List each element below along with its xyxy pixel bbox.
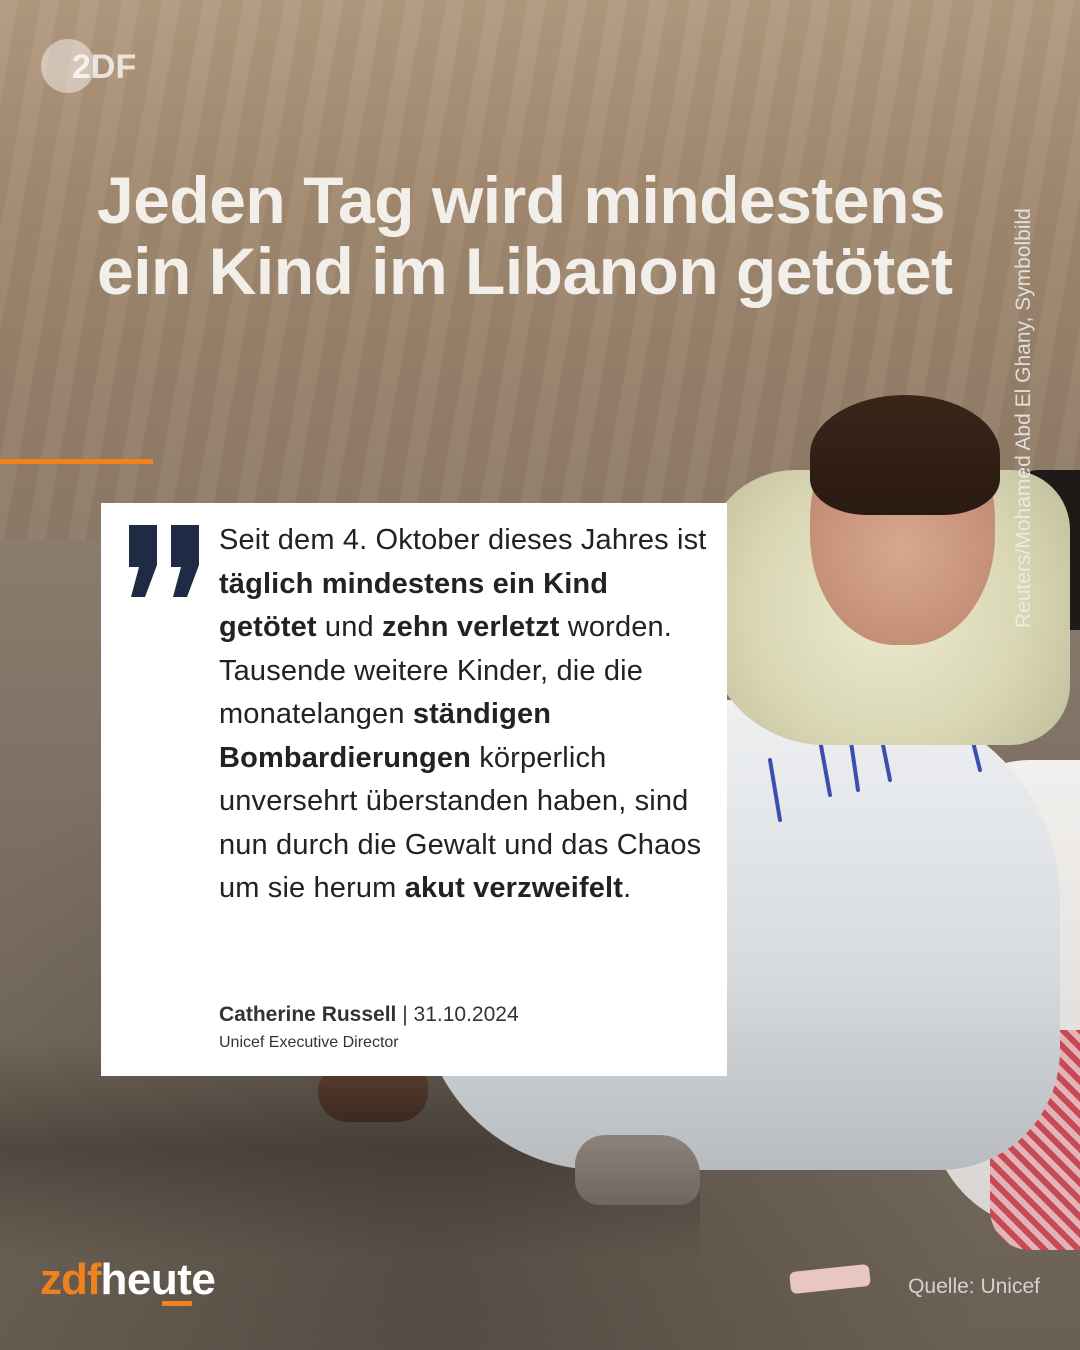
brand-zdf: zdf: [40, 1255, 102, 1304]
child-hair-image: [810, 395, 1000, 515]
quote-date: 31.10.2024: [413, 1003, 519, 1026]
closing-quote-icon: [129, 525, 199, 597]
brand-underline: [162, 1301, 192, 1306]
quote-text: Seit dem 4. Oktober dieses Jahres ist tä…: [219, 519, 714, 911]
zdf-logo-icon: 2DF: [41, 39, 136, 93]
quote-segment-bold: akut verzweifelt: [404, 872, 624, 904]
quote-segment: .: [623, 872, 632, 904]
brand-heute: heute: [100, 1255, 216, 1304]
quote-segment-bold: zehn verletzt: [381, 611, 560, 643]
accent-line: [0, 459, 153, 464]
author-role: Unicef Executive Director: [219, 1034, 399, 1051]
rock-image: [575, 1135, 700, 1205]
quote-card: Seit dem 4. Oktober dieses Jahres ist tä…: [101, 503, 727, 1076]
quote-author: Catherine Russell: [219, 1003, 397, 1026]
attribution-separator: |: [396, 1003, 414, 1026]
headline: Jeden Tag wird mindestens ein Kind im Li…: [97, 163, 953, 309]
svg-text:2DF: 2DF: [72, 48, 136, 86]
quote-segment: Seit dem 4. Oktober dieses Jahres ist: [219, 524, 707, 556]
quote-attribution: Catherine Russell | 31.10.2024 Unicef Ex…: [219, 1001, 714, 1055]
source-label: Quelle: Unicef: [908, 1275, 1040, 1298]
zdfheute-logo: zdfheute: [40, 1255, 300, 1315]
quote-segment: und: [316, 611, 382, 643]
photo-credit: Reuters/Mohamed Abd El Ghany, Symbolbild: [1012, 208, 1035, 628]
social-card: 2DF Jeden Tag wird mindestens ein Kind i…: [0, 0, 1080, 1350]
